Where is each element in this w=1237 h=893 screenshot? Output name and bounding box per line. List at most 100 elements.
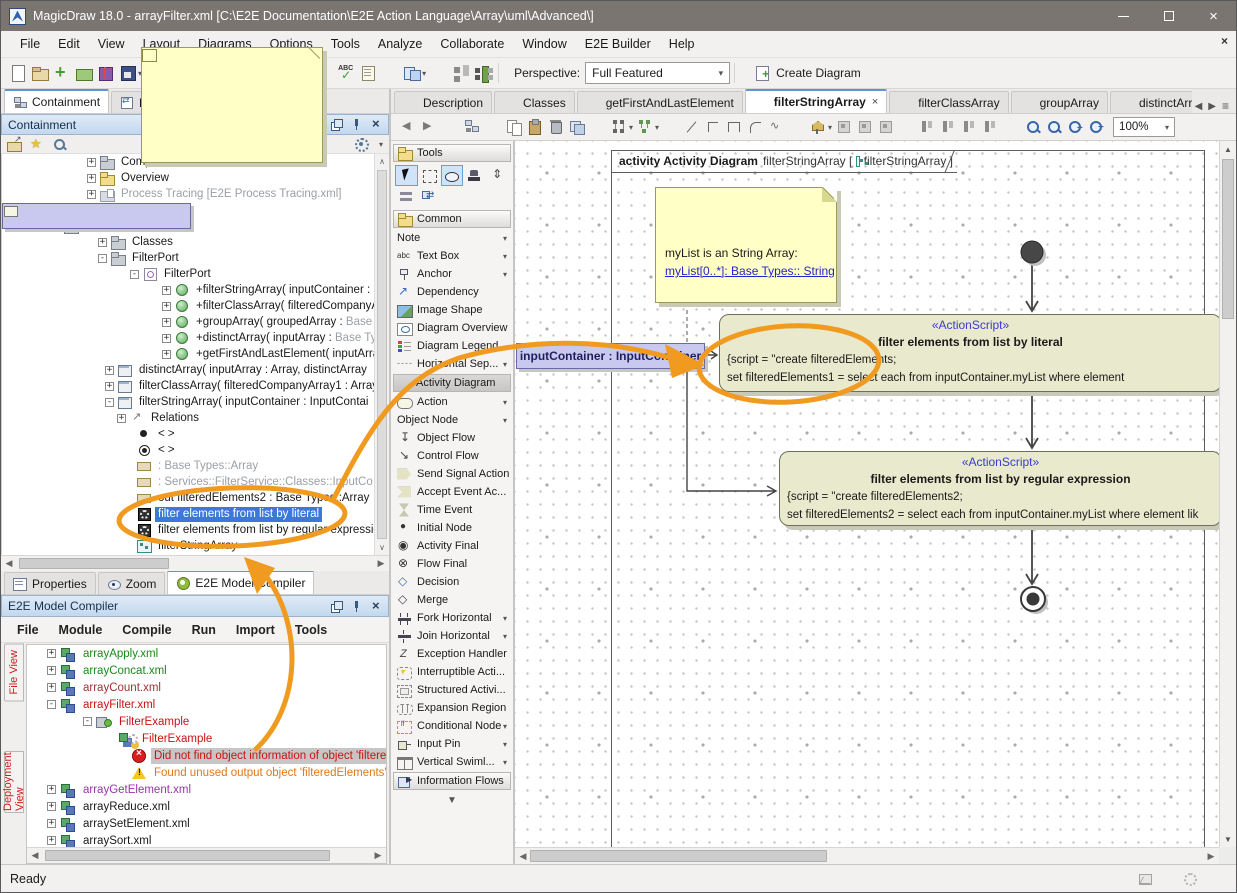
expand-toggle[interactable]: + — [162, 302, 171, 311]
dropdown-caret-icon[interactable]: ▾ — [503, 740, 507, 749]
palette-item[interactable]: Activity Final▾ — [391, 537, 513, 555]
toolbar-button[interactable]: ▾ — [52, 61, 72, 85]
scroll-right-icon[interactable]: ▶ — [1203, 851, 1219, 862]
compiler-menu-item[interactable]: Compile — [112, 619, 181, 641]
dropdown-caret-icon[interactable]: ▾ — [503, 722, 507, 731]
expand-toggle[interactable]: + — [87, 158, 96, 167]
tree-row[interactable]: : Services::FilterService::Classes::Inpu… — [2, 474, 389, 490]
diagram-toolbar-button[interactable]: ▾ — [1045, 115, 1064, 139]
palette-item[interactable]: Object Node▾ — [391, 411, 513, 429]
expand-toggle[interactable]: + — [47, 836, 56, 845]
expand-toggle[interactable]: + — [105, 382, 114, 391]
tree-row[interactable]: + Overview — [2, 170, 389, 186]
palette-item[interactable]: Anchor▾ — [391, 265, 513, 283]
diagram-toolbar-button[interactable]: ▾ — [746, 115, 765, 139]
palette-item[interactable]: Merge▾ — [391, 591, 513, 609]
swap-tool-button[interactable] — [418, 186, 441, 207]
action-filter-by-regex[interactable]: «ActionScript» filter elements from list… — [779, 451, 1222, 526]
toolbar-button[interactable]: ▾ — [96, 61, 116, 85]
scrollbar-thumb[interactable] — [19, 558, 169, 569]
menu-item[interactable]: Tools — [322, 33, 369, 55]
toolbar-button[interactable]: ▾ — [8, 61, 28, 85]
dropdown-caret-icon[interactable]: ▾ — [503, 398, 507, 407]
diagram-tab[interactable]: getFirstAndLastElement — [577, 91, 743, 113]
favorites-icon[interactable] — [30, 138, 45, 151]
toolbar-button[interactable]: ▾ — [429, 61, 449, 85]
expand-toggle[interactable]: - — [83, 717, 92, 726]
side-tab[interactable]: Deployment View — [4, 751, 24, 813]
horizontal-bars-tool-button[interactable] — [395, 186, 418, 207]
compiler-tree-row[interactable]: FilterExample — [27, 730, 386, 747]
menu-item[interactable]: Window — [513, 33, 575, 55]
menu-item[interactable]: View — [89, 33, 134, 55]
expand-toggle[interactable]: + — [47, 683, 56, 692]
expand-toggle[interactable]: + — [47, 802, 56, 811]
palette-item[interactable]: Send Signal Action▾ — [391, 465, 513, 483]
compiler-tree-row[interactable]: - FilterExample — [27, 713, 386, 730]
scroll-right-icon[interactable]: ▶ — [373, 558, 389, 569]
menu-item[interactable]: File — [11, 33, 49, 55]
dropdown-caret-icon[interactable]: ▾ — [503, 632, 507, 641]
expand-toggle[interactable]: + — [162, 334, 171, 343]
diagram-toolbar-button[interactable]: ▾ — [982, 115, 1001, 139]
pin-panel-icon[interactable] — [351, 601, 362, 612]
close-document-icon[interactable]: × — [1221, 34, 1228, 48]
compiler-tree-row[interactable]: Found unused output object 'filteredElem… — [27, 764, 386, 781]
scrollbar-thumb[interactable] — [530, 850, 827, 862]
toolbar-button[interactable]: ▾ — [473, 61, 493, 85]
tree-row[interactable]: + Process Tracing [E2E Process Tracing.x… — [2, 186, 389, 202]
diagram-toolbar-button[interactable]: ▾ — [463, 115, 482, 139]
diagram-toolbar-button[interactable]: ▾ — [788, 115, 807, 139]
gear-caret-icon[interactable]: ▾ — [379, 140, 383, 149]
tree-row[interactable]: + filterClassArray( filteredCompanyArray… — [2, 378, 389, 394]
diagram-tab[interactable]: Description — [394, 91, 492, 113]
diagram-toolbar-button[interactable]: ▾ — [919, 115, 938, 139]
palette-item[interactable]: Flow Final▾ — [391, 555, 513, 573]
diagram-toolbar-button[interactable]: ▾ — [809, 115, 833, 139]
compiler-horizontal-scrollbar[interactable]: ◀ ▶ — [27, 847, 386, 863]
scroll-right-icon[interactable]: ▶ — [370, 850, 386, 861]
diagram-tab[interactable]: Classes — [494, 91, 575, 113]
compiler-tree-row[interactable]: + arrayApply.xml — [27, 645, 386, 662]
toolbar-button[interactable]: ▾ — [451, 61, 471, 85]
compiler-menu-item[interactable]: Module — [49, 619, 113, 641]
menu-item[interactable]: Analyze — [369, 33, 431, 55]
dropdown-caret-icon[interactable]: ▾ — [503, 252, 507, 261]
toolbar-button[interactable]: ▾ — [380, 61, 400, 85]
scroll-left-icon[interactable]: ◀ — [1, 558, 17, 569]
expand-toggle[interactable]: - — [130, 270, 139, 279]
scroll-left-icon[interactable]: ◀ — [27, 850, 43, 861]
palette-scroll-down-icon[interactable]: ▼ — [391, 795, 513, 806]
diagram-tab[interactable]: distinctArray — [1110, 91, 1192, 113]
scrollbar-thumb[interactable] — [45, 850, 330, 861]
dropdown-caret-icon[interactable]: ▾ — [503, 758, 507, 767]
palette-item[interactable]: Dependency▾ — [391, 283, 513, 301]
tree-row[interactable]: out filteredElements2 : Base Types::Arra… — [2, 490, 389, 506]
compiler-tree-row[interactable]: + arrayConcat.xml — [27, 662, 386, 679]
diagram-toolbar-button[interactable]: ▾ — [400, 115, 419, 139]
bottom-panel-tab[interactable]: Properties — [4, 572, 96, 594]
diagram-toolbar-button[interactable]: ▾ — [1024, 115, 1043, 139]
scrollbar-thumb[interactable] — [1222, 159, 1234, 319]
expand-toggle[interactable]: + — [105, 366, 114, 375]
diagram-toolbar-button[interactable]: ▾ — [683, 115, 702, 139]
diagram-toolbar-button[interactable]: ▾ — [877, 115, 896, 139]
expand-toggle[interactable]: + — [117, 414, 126, 423]
tree-row[interactable]: + +filterClassArray( filteredCompanyArra… — [2, 298, 389, 314]
diagram-toolbar-button[interactable]: ▾ — [421, 115, 440, 139]
menu-item[interactable]: Help — [660, 33, 704, 55]
vertical-split-tool-button[interactable] — [486, 165, 509, 186]
expand-toggle[interactable]: + — [47, 819, 56, 828]
palette-item[interactable]: Fork Horizontal▾ — [391, 609, 513, 627]
palette-header-tools[interactable]: Tools — [393, 144, 511, 162]
close-panel-icon[interactable] — [371, 119, 382, 130]
palette-item[interactable]: Control Flow▾ — [391, 447, 513, 465]
oval-tool-button[interactable] — [441, 165, 464, 186]
tree-row[interactable]: + Relations — [2, 410, 389, 426]
palette-item[interactable]: Accept Event Ac...▾ — [391, 483, 513, 501]
expand-toggle[interactable]: - — [105, 398, 114, 407]
palette-item[interactable]: Vertical Swiml...▾ — [391, 753, 513, 771]
expand-toggle[interactable]: - — [98, 254, 107, 263]
expand-toggle[interactable]: - — [47, 700, 56, 709]
toolbar-button[interactable]: ▾ — [30, 61, 50, 85]
